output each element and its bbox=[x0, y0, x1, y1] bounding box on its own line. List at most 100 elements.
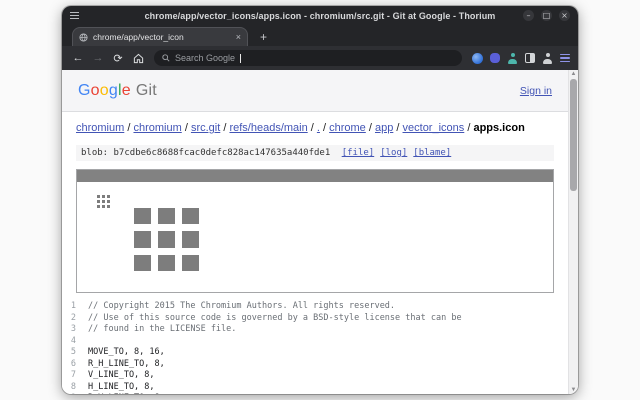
grid-square bbox=[102, 195, 105, 198]
extension-icon[interactable] bbox=[472, 52, 483, 64]
apps-grid-icon-small bbox=[97, 195, 110, 208]
line-number[interactable]: 3 bbox=[62, 324, 88, 336]
blob-label: blob: bbox=[81, 148, 109, 158]
logo-letter: e bbox=[121, 81, 131, 99]
breadcrumb-link[interactable]: chromium bbox=[133, 122, 181, 134]
code-line: 2// Use of this source code is governed … bbox=[62, 313, 568, 325]
close-button[interactable]: × bbox=[559, 10, 570, 21]
breadcrumb-link[interactable]: vector_icons bbox=[403, 122, 465, 134]
toolbar: ← → ⟳ Search Google bbox=[62, 46, 578, 70]
code-line: 4 bbox=[62, 336, 568, 348]
grid-square bbox=[107, 195, 110, 198]
grid-square bbox=[182, 231, 199, 248]
sign-in-link[interactable]: Sign in bbox=[520, 85, 552, 97]
blob-action-link[interactable]: [file] bbox=[342, 148, 375, 158]
blob-links: [file] [log] [blame] bbox=[336, 148, 452, 158]
blob-hash: b7cdbe6c8688fcac0defc828ac147635a440fde1 bbox=[113, 148, 331, 158]
text-caret bbox=[240, 53, 242, 63]
line-number[interactable]: 5 bbox=[62, 347, 88, 359]
site-header: Google Git Sign in bbox=[62, 70, 568, 112]
line-text: R_H_LINE_TO, 8, bbox=[88, 358, 165, 369]
forward-icon[interactable]: → bbox=[90, 50, 106, 66]
breadcrumb-separator: / bbox=[307, 122, 317, 134]
search-placeholder: Search Google bbox=[175, 53, 236, 63]
extension-icon-2[interactable] bbox=[490, 53, 500, 63]
google-git-logo[interactable]: Google Git bbox=[78, 82, 157, 100]
window-menu-icon[interactable] bbox=[70, 12, 79, 19]
line-number[interactable]: 6 bbox=[62, 359, 88, 371]
logo-letter: G bbox=[78, 81, 91, 99]
line-text: // Copyright 2015 The Chromium Authors. … bbox=[88, 301, 396, 311]
reload-icon[interactable]: ⟳ bbox=[110, 50, 126, 66]
line-number[interactable]: 8 bbox=[62, 382, 88, 394]
breadcrumb-link[interactable]: src.git bbox=[191, 122, 220, 134]
search-icon bbox=[162, 54, 170, 62]
grid-square bbox=[134, 231, 151, 248]
breadcrumb-separator: / bbox=[319, 122, 330, 134]
source-code: 1// Copyright 2015 The Chromium Authors.… bbox=[62, 301, 568, 394]
line-text: H_LINE_TO, 8, bbox=[88, 381, 155, 392]
browser-menu-icon[interactable] bbox=[560, 53, 570, 63]
grid-square bbox=[102, 200, 105, 203]
web-content: Google Git Sign in chromium / chromium / … bbox=[62, 70, 578, 394]
logo-letter: g bbox=[108, 81, 118, 99]
grid-square bbox=[182, 208, 199, 225]
home-icon[interactable] bbox=[130, 50, 146, 66]
line-number[interactable]: 7 bbox=[62, 370, 88, 382]
browser-window: chrome/app/vector_icons/apps.icon - chro… bbox=[62, 6, 578, 394]
line-text: V_LINE_TO, 8, bbox=[88, 370, 155, 380]
breadcrumb-separator: / bbox=[393, 122, 403, 134]
breadcrumb-separator: / bbox=[181, 122, 191, 134]
line-number[interactable]: 4 bbox=[62, 336, 88, 348]
line-number[interactable]: 2 bbox=[62, 313, 88, 325]
code-line: 7 V_LINE_TO, 8, bbox=[62, 370, 568, 382]
code-line: 3// found in the LICENSE file. bbox=[62, 324, 568, 336]
scroll-up-icon[interactable]: ▲ bbox=[569, 70, 578, 78]
grid-square bbox=[107, 200, 110, 203]
code-line: 8 H_LINE_TO, 8, bbox=[62, 382, 568, 394]
breadcrumb-link[interactable]: chrome bbox=[329, 122, 366, 134]
scrollbar-thumb[interactable] bbox=[570, 79, 577, 191]
line-text: // Use of this source code is governed b… bbox=[88, 312, 462, 323]
titlebar[interactable]: chrome/app/vector_icons/apps.icon - chro… bbox=[62, 6, 578, 25]
logo-letter: o bbox=[99, 81, 109, 99]
maximize-button[interactable]: □ bbox=[541, 10, 552, 21]
grid-square bbox=[97, 205, 100, 208]
breadcrumb: chromium / chromium / src.git / refs/hea… bbox=[62, 112, 568, 141]
page-scrollbar[interactable]: ▲ ▼ bbox=[568, 70, 578, 394]
preview-header-band bbox=[77, 170, 553, 182]
sidebar-toggle-icon[interactable] bbox=[525, 53, 535, 63]
new-tab-button[interactable]: + bbox=[260, 31, 267, 43]
incognito-person-icon[interactable] bbox=[507, 52, 518, 64]
line-text: MOVE_TO, 8, 16, bbox=[88, 347, 165, 357]
line-text: // found in the LICENSE file. bbox=[88, 324, 237, 334]
code-line: 5 MOVE_TO, 8, 16, bbox=[62, 347, 568, 359]
breadcrumb-link[interactable]: refs/heads/main bbox=[229, 122, 307, 134]
profile-icon[interactable] bbox=[542, 52, 553, 64]
blob-action-link[interactable]: [log] bbox=[380, 148, 407, 158]
grid-square bbox=[97, 200, 100, 203]
toolbar-right bbox=[472, 52, 570, 64]
line-text: R_V_LINE_TO, 8, bbox=[88, 393, 165, 394]
tab-title: chrome/app/vector_icon bbox=[93, 32, 184, 42]
tab-strip: chrome/app/vector_icon × + bbox=[62, 25, 578, 46]
grid-square bbox=[158, 231, 175, 248]
minimize-button[interactable]: – bbox=[523, 10, 534, 21]
breadcrumb-separator: / bbox=[365, 122, 375, 134]
grid-square bbox=[158, 208, 175, 225]
line-number[interactable]: 1 bbox=[62, 301, 88, 313]
tab-active[interactable]: chrome/app/vector_icon × bbox=[72, 27, 248, 46]
breadcrumb-current: apps.icon bbox=[473, 122, 525, 134]
blob-action-link[interactable]: [blame] bbox=[413, 148, 451, 158]
address-bar[interactable]: Search Google bbox=[154, 50, 462, 66]
back-icon[interactable]: ← bbox=[70, 50, 86, 66]
apps-grid-icon-large bbox=[134, 208, 199, 271]
line-number[interactable]: 9 bbox=[62, 393, 88, 394]
breadcrumb-link[interactable]: app bbox=[375, 122, 393, 134]
tab-close-icon[interactable]: × bbox=[236, 32, 241, 42]
code-line: 6 R_H_LINE_TO, 8, bbox=[62, 359, 568, 371]
window-title: chrome/app/vector_icons/apps.icon - chro… bbox=[144, 10, 496, 21]
gitiles-page: Google Git Sign in chromium / chromium / … bbox=[62, 70, 568, 394]
scroll-down-icon[interactable]: ▼ bbox=[569, 386, 578, 394]
breadcrumb-link[interactable]: chromium bbox=[76, 122, 124, 134]
